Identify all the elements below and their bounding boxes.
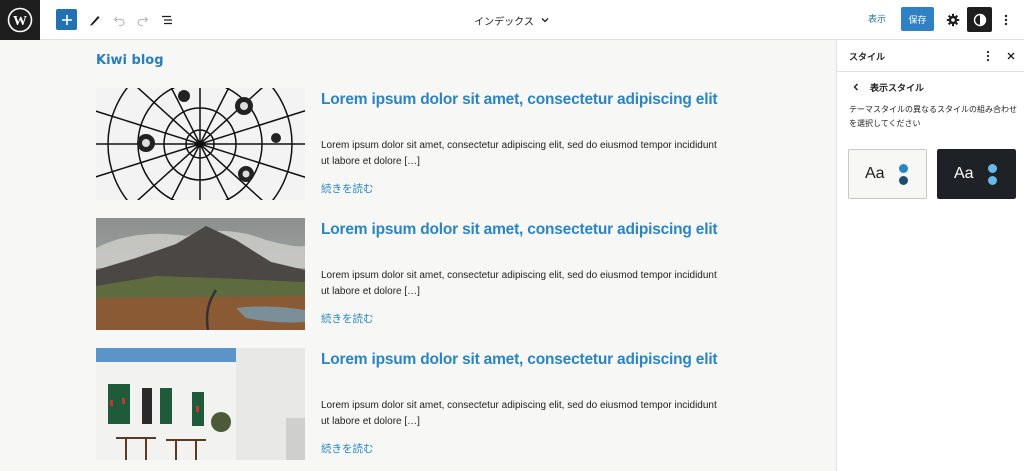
variation-color-dots (898, 163, 908, 185)
vertical-ellipsis-icon (1004, 14, 1008, 26)
list-view-icon (162, 15, 172, 25)
options-menu-button[interactable] (996, 8, 1016, 32)
post-excerpt: Lorem ipsum dolor sit amet, consectetur … (321, 140, 717, 167)
plus-icon (61, 14, 72, 25)
vertical-ellipsis-icon (986, 50, 990, 62)
sidebar-more-button[interactable] (980, 48, 996, 64)
tools-button[interactable] (83, 8, 107, 32)
post-excerpt: Lorem ipsum dolor sit amet, consectetur … (321, 270, 717, 297)
close-icon (1007, 52, 1015, 60)
add-block-button[interactable] (56, 9, 77, 30)
color-dot (898, 175, 908, 185)
site-title[interactable]: Kiwi blog (96, 53, 164, 68)
pen-icon (90, 16, 100, 26)
read-more-link[interactable]: 続きを読む (321, 181, 374, 196)
redo-button[interactable] (131, 8, 155, 32)
post-excerpt: Lorem ipsum dolor sit amet, consectetur … (321, 400, 717, 427)
post-title-link[interactable]: Lorem ipsum dolor sit amet, consectetur … (321, 221, 741, 239)
styles-button[interactable] (967, 7, 992, 32)
half-circle-contrast-icon (973, 13, 986, 26)
editor-canvas[interactable]: Kiwi blog Lorem ipsum dolor sit amet, co… (0, 40, 836, 471)
editor-toolbar: W インデックス 表示 保存 (0, 0, 1024, 40)
gear-icon (946, 13, 960, 27)
sidebar-header: スタイル (837, 40, 1024, 72)
sidebar-title: スタイル (849, 53, 886, 63)
read-more-link[interactable]: 続きを読む (321, 311, 374, 326)
panel-subtitle: 表示スタイル (870, 84, 925, 94)
list-view-button[interactable] (155, 8, 179, 32)
variation-preview-text: Aa (865, 165, 885, 182)
chevron-down-icon (541, 18, 549, 23)
color-dot (898, 163, 908, 173)
svg-text:W: W (13, 14, 27, 29)
undo-button[interactable] (107, 8, 131, 32)
post-item[interactable]: Lorem ipsum dolor sit amet, consectetur … (96, 88, 736, 200)
styles-sidebar: スタイル 表示スタイル テーマスタイルの異なるスタイルの組み合わせを選択してくだ… (836, 40, 1024, 471)
post-title-link[interactable]: Lorem ipsum dolor sit amet, consectetur … (321, 91, 741, 109)
document-title-dropdown[interactable]: インデックス (440, 10, 584, 30)
post-featured-image[interactable] (96, 88, 305, 200)
post-item[interactable]: Lorem ipsum dolor sit amet, consectetur … (96, 218, 736, 330)
preview-button[interactable]: 表示 (868, 12, 886, 25)
panel-description: テーマスタイルの異なるスタイルの組み合わせを選択してください (849, 105, 1017, 128)
document-title: インデックス (474, 16, 534, 28)
post-title-link[interactable]: Lorem ipsum dolor sit amet, consectetur … (321, 351, 741, 369)
chevron-left-icon (853, 83, 858, 91)
style-variation-dark[interactable]: Aa (935, 147, 1018, 201)
post-featured-image[interactable] (96, 218, 305, 330)
post-featured-image[interactable] (96, 348, 305, 460)
variation-color-dots (987, 163, 997, 185)
back-button[interactable] (849, 80, 863, 94)
undo-icon (113, 16, 125, 27)
read-more-link[interactable]: 続きを読む (321, 441, 374, 456)
sidebar-close-button[interactable] (1003, 48, 1019, 64)
variation-preview-text: Aa (954, 165, 974, 182)
settings-button[interactable] (941, 8, 965, 32)
style-variation-light[interactable]: Aa (848, 149, 927, 199)
post-item[interactable]: Lorem ipsum dolor sit amet, consectetur … (96, 348, 736, 460)
color-dot (987, 175, 997, 185)
color-dot (987, 163, 997, 173)
save-button[interactable]: 保存 (901, 7, 934, 31)
redo-icon (137, 16, 149, 27)
wordpress-logo-icon[interactable]: W (0, 0, 40, 40)
